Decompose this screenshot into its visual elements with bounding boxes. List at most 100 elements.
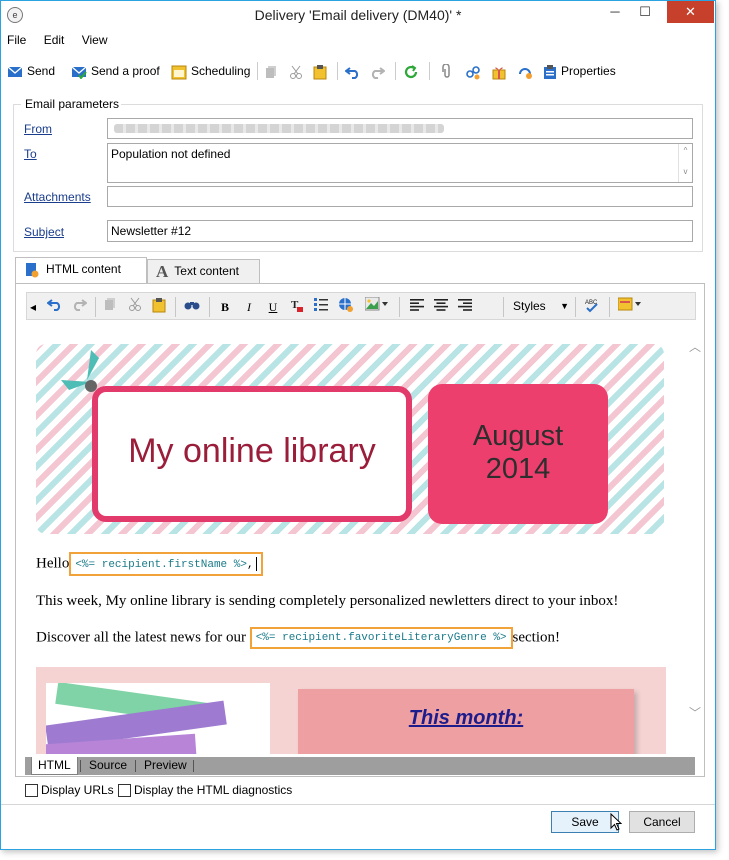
editor-mode-tabs: HTML Source Preview — [25, 757, 695, 775]
banner-date: August 2014 — [428, 420, 608, 486]
cut-button[interactable] — [125, 297, 145, 317]
undo-icon — [46, 299, 61, 311]
send-proof-button[interactable]: Send a proof — [71, 61, 160, 81]
scroll-up-icon[interactable]: ︿ — [689, 338, 701, 355]
styles-dropdown[interactable]: Styles ▼ — [509, 296, 571, 316]
this-month-link[interactable]: This month: — [298, 707, 634, 730]
firstname-personalization-tag[interactable]: <%= recipient.firstName %>, — [69, 552, 263, 576]
tab-html-label: HTML content — [46, 262, 121, 276]
checkbox-box[interactable] — [25, 784, 38, 798]
save-button[interactable]: Save — [551, 811, 619, 833]
scissors-icon — [129, 297, 141, 311]
tab-separator — [193, 760, 194, 772]
binoculars-icon — [184, 302, 200, 310]
editor-separator — [609, 297, 610, 317]
toolbar-left-arrow-icon[interactable]: ◂ — [29, 297, 37, 317]
align-left-button[interactable] — [407, 297, 427, 317]
editor-separator — [95, 297, 96, 317]
tab-html[interactable]: HTML — [31, 757, 78, 775]
tab-source[interactable]: Source — [83, 757, 133, 775]
envelope-check-icon — [71, 66, 87, 79]
toolbar-separator — [337, 62, 338, 80]
text-color-icon: T — [291, 299, 303, 312]
title-bar: e Delivery 'Email delivery (DM40)' * ─ ☐… — [1, 1, 715, 31]
attachments-link[interactable]: Attachments — [24, 190, 91, 204]
bullet-list-button[interactable] — [311, 297, 331, 317]
banner-title: My online library — [128, 432, 376, 470]
close-button[interactable]: ✕ — [667, 1, 714, 23]
paragraph-intro: This week, My online library is sending … — [36, 593, 619, 609]
menu-file[interactable]: File — [7, 33, 26, 47]
cancel-button[interactable]: Cancel — [629, 811, 695, 833]
send-button[interactable]: Send — [7, 61, 55, 81]
tab-preview[interactable]: Preview — [138, 757, 193, 775]
underline-button[interactable]: U — [263, 297, 283, 317]
align-right-button[interactable] — [455, 297, 475, 317]
cut-button[interactable] — [289, 61, 307, 81]
find-button[interactable] — [181, 297, 203, 317]
calendar-icon — [171, 65, 187, 80]
display-diagnostics-label: Display the HTML diagnostics — [134, 783, 293, 797]
spellcheck-button[interactable]: ABC — [581, 297, 603, 317]
date-card: August 2014 — [428, 384, 608, 524]
menu-view[interactable]: View — [82, 33, 108, 47]
from-link[interactable]: From — [24, 122, 52, 136]
italic-button[interactable]: I — [239, 297, 259, 317]
genre-personalization-tag[interactable]: <%= recipient.favoriteLiteraryGenre %> — [249, 627, 513, 649]
redo-button[interactable] — [369, 61, 389, 81]
paste-button[interactable] — [149, 297, 169, 317]
email-preview[interactable]: My online library August 2014 Hello <%= r… — [26, 322, 687, 754]
hello-comma: , — [246, 558, 254, 571]
undo-button[interactable] — [45, 297, 65, 317]
attach-button[interactable] — [439, 61, 457, 81]
minimize-button[interactable]: ─ — [601, 1, 629, 23]
paste-button[interactable] — [313, 61, 331, 81]
insert-image-button[interactable] — [361, 296, 393, 317]
refresh-button[interactable] — [403, 61, 423, 81]
scheduling-button[interactable]: Scheduling — [171, 61, 250, 81]
copy-button[interactable] — [265, 61, 283, 81]
this-month-section: This month: — [36, 667, 666, 754]
newsletter-banner: My online library August 2014 — [36, 344, 664, 534]
properties-label: Properties — [561, 64, 616, 78]
to-field-scrollbar[interactable]: ^ v — [678, 144, 692, 182]
styles-label: Styles — [513, 299, 546, 313]
paperclip-icon — [442, 63, 450, 78]
checkbox-box[interactable] — [118, 784, 131, 798]
display-diagnostics-checkbox[interactable]: Display the HTML diagnostics — [118, 783, 293, 798]
spellcheck-icon: ABC — [585, 300, 598, 313]
subject-field[interactable]: Newsletter #12 — [107, 220, 693, 242]
font-color-button[interactable]: T — [287, 297, 307, 317]
paragraph-genre: Discover all the latest news for our <%=… — [36, 627, 560, 649]
display-urls-checkbox[interactable]: Display URLs — [25, 783, 114, 798]
scheduling-label: Scheduling — [191, 64, 251, 78]
hyperlink-button[interactable] — [335, 297, 357, 317]
align-center-icon — [434, 299, 448, 311]
insert-block-button[interactable] — [615, 297, 645, 317]
to-link[interactable]: To — [24, 147, 37, 161]
maximize-button[interactable]: ☐ — [631, 1, 659, 23]
subject-link[interactable]: Subject — [24, 225, 64, 239]
to-field[interactable]: Population not defined ^ v — [107, 143, 693, 183]
bold-button[interactable]: B — [215, 297, 235, 317]
properties-button[interactable]: Properties — [543, 61, 616, 81]
redo-button[interactable] — [69, 297, 89, 317]
editor-vertical-scrollbar[interactable]: ︿ ﹀ — [689, 324, 701, 734]
copy-button[interactable] — [101, 297, 121, 317]
content-tabs: HTML content A Text content — [15, 257, 705, 284]
link-button[interactable] — [465, 61, 485, 81]
menu-edit[interactable]: Edit — [44, 33, 65, 47]
tab-html-content[interactable]: HTML content — [15, 257, 147, 284]
tab-text-content[interactable]: A Text content — [147, 259, 260, 284]
scroll-down-icon[interactable]: ﹀ — [689, 704, 701, 721]
attachments-field[interactable] — [107, 186, 693, 207]
tracking-button[interactable] — [517, 61, 537, 81]
editor-separator — [209, 297, 210, 317]
from-field[interactable] — [107, 118, 693, 139]
send-label: Send — [27, 64, 56, 78]
undo-button[interactable] — [345, 61, 365, 81]
align-center-button[interactable] — [431, 297, 451, 317]
offer-button[interactable] — [491, 61, 511, 81]
block-icon — [617, 297, 641, 311]
tab-text-label: Text content — [174, 264, 239, 278]
